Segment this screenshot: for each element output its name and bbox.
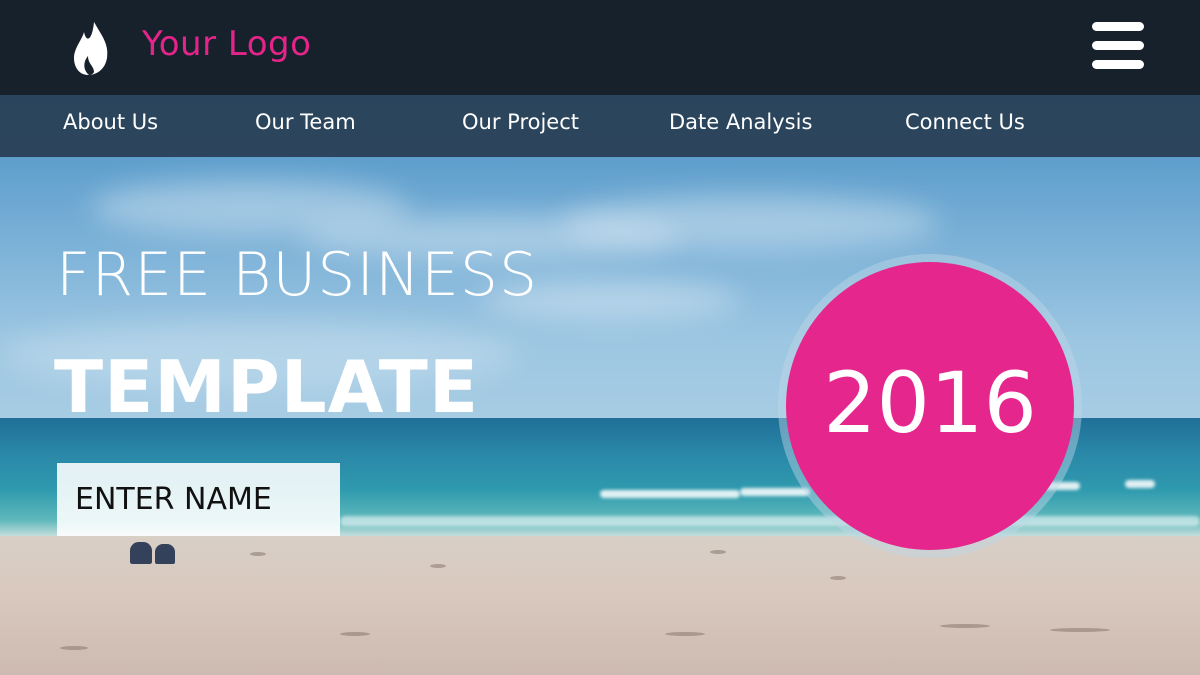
page: Your Logo About Us Our Team Our Project … (0, 0, 1200, 675)
nav-item-date-analysis[interactable]: Date Analysis (669, 110, 812, 134)
year-badge-text: 2016 (823, 354, 1037, 452)
nav-item-connect-us[interactable]: Connect Us (905, 110, 1025, 134)
flame-icon[interactable] (72, 20, 110, 76)
nav-item-about-us[interactable]: About Us (63, 110, 158, 134)
top-header: Your Logo (0, 0, 1200, 95)
main-navigation: About Us Our Team Our Project Date Analy… (0, 95, 1200, 157)
name-input[interactable] (57, 463, 340, 536)
hero-title-line1: FREE BUSINESS (56, 240, 539, 310)
year-badge: 2016 (786, 262, 1074, 550)
logo-text[interactable]: Your Logo (142, 24, 311, 64)
nav-item-our-team[interactable]: Our Team (255, 110, 356, 134)
hamburger-menu-icon[interactable] (1088, 20, 1148, 72)
nav-item-our-project[interactable]: Our Project (462, 110, 579, 134)
hero-title-line2: TEMPLATE (54, 345, 480, 429)
hero-background-sand (0, 536, 1200, 675)
